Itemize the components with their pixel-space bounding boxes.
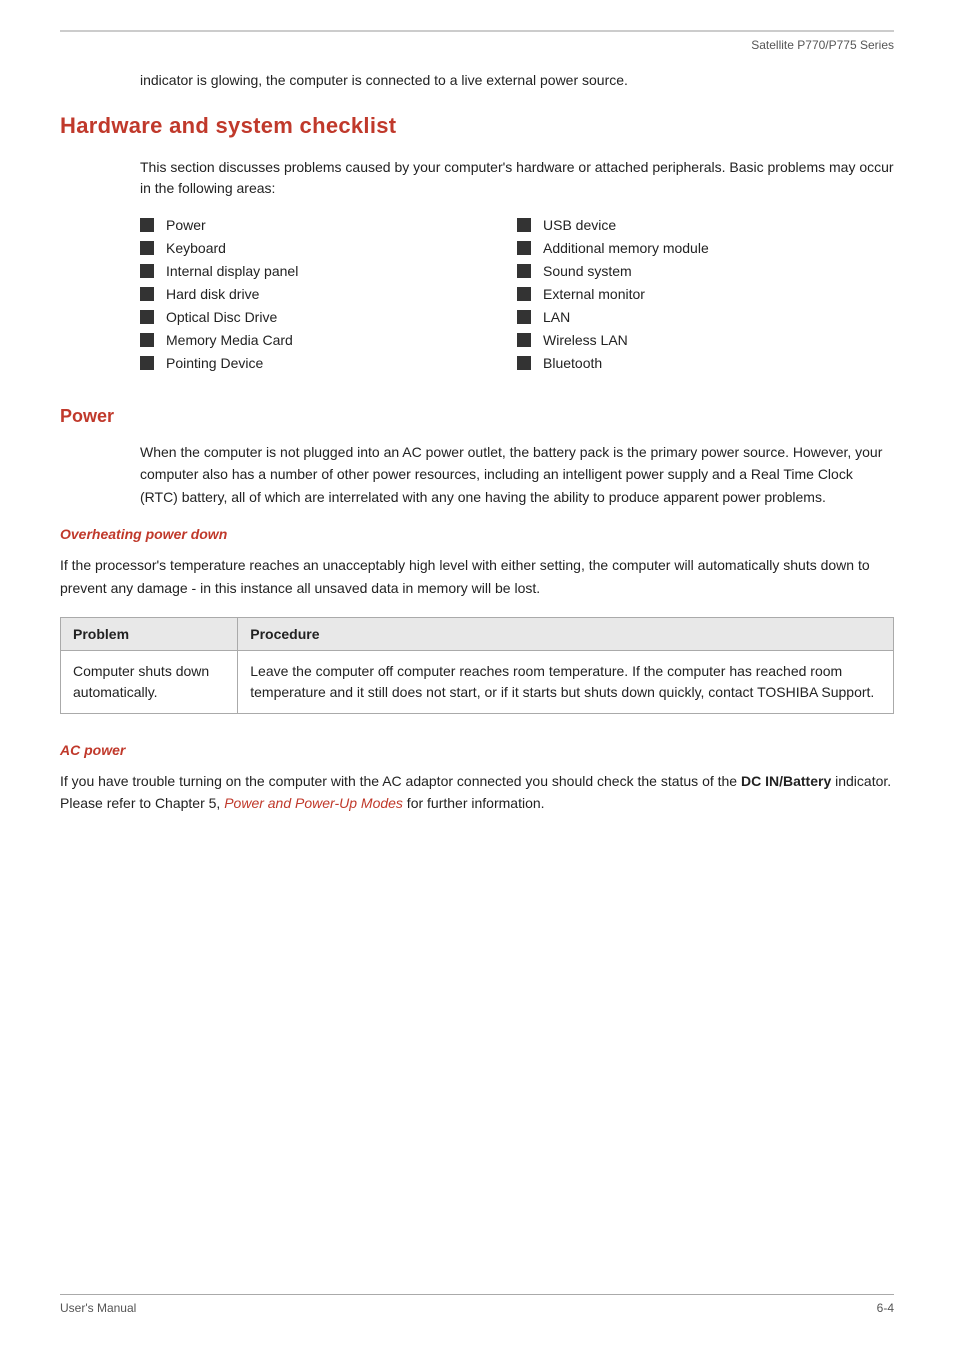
list-item: Wireless LAN — [517, 332, 894, 348]
bullet-icon — [140, 310, 154, 324]
item-label: Bluetooth — [543, 355, 602, 371]
checklist-columns: Power Keyboard Internal display panel Ha… — [140, 217, 894, 378]
item-label: Memory Media Card — [166, 332, 293, 348]
bullet-icon — [517, 310, 531, 324]
item-label: Wireless LAN — [543, 332, 628, 348]
ac-power-title: AC power — [60, 742, 894, 758]
ac-power-text-before: If you have trouble turning on the compu… — [60, 773, 741, 789]
list-item: LAN — [517, 309, 894, 325]
series-title: Satellite P770/P775 Series — [751, 38, 894, 52]
power-section: Power When the computer is not plugged i… — [60, 406, 894, 815]
page-footer: User's Manual 6-4 — [60, 1294, 894, 1315]
list-item: USB device — [517, 217, 894, 233]
bullet-icon — [517, 218, 531, 232]
power-modes-link[interactable]: Power and Power-Up Modes — [224, 795, 403, 811]
bullet-icon — [140, 356, 154, 370]
hardware-section-title: Hardware and system checklist — [60, 113, 894, 139]
bullet-icon — [517, 241, 531, 255]
bullet-icon — [140, 333, 154, 347]
footer-left: User's Manual — [60, 1301, 136, 1315]
bullet-icon — [517, 356, 531, 370]
checklist-col-2: USB device Additional memory module Soun… — [517, 217, 894, 378]
list-item: Bluetooth — [517, 355, 894, 371]
checklist-intro-text: This section discusses problems caused b… — [140, 157, 894, 199]
item-label: Optical Disc Drive — [166, 309, 277, 325]
overheating-table: Problem Procedure Computer shuts down au… — [60, 617, 894, 714]
list-item: Hard disk drive — [140, 286, 517, 302]
list-item: Optical Disc Drive — [140, 309, 517, 325]
bullet-icon — [517, 333, 531, 347]
item-label: Internal display panel — [166, 263, 298, 279]
list-item: External monitor — [517, 286, 894, 302]
table-header-procedure: Procedure — [238, 617, 894, 650]
problem-procedure-table: Problem Procedure Computer shuts down au… — [60, 617, 894, 714]
list-item: Sound system — [517, 263, 894, 279]
item-label: Additional memory module — [543, 240, 709, 256]
item-label: Keyboard — [166, 240, 226, 256]
item-label: Sound system — [543, 263, 632, 279]
list-item: Internal display panel — [140, 263, 517, 279]
page: Satellite P770/P775 Series indicator is … — [0, 0, 954, 1345]
footer-right: 6-4 — [877, 1301, 894, 1315]
table-cell-procedure: Leave the computer off computer reaches … — [238, 650, 894, 713]
bullet-icon — [140, 241, 154, 255]
ac-power-text-after: for further information. — [403, 795, 545, 811]
ac-power-subsection: AC power If you have trouble turning on … — [60, 742, 894, 815]
item-label: Pointing Device — [166, 355, 263, 371]
overheating-body: If the processor's temperature reaches a… — [60, 554, 894, 599]
power-section-body: When the computer is not plugged into an… — [140, 441, 894, 508]
ac-power-body: If you have trouble turning on the compu… — [60, 770, 894, 815]
bullet-icon — [517, 264, 531, 278]
intro-paragraph: indicator is glowing, the computer is co… — [140, 70, 894, 91]
power-section-title: Power — [60, 406, 894, 427]
bullet-icon — [140, 264, 154, 278]
list-item: Power — [140, 217, 517, 233]
table-header-problem: Problem — [61, 617, 238, 650]
item-label: LAN — [543, 309, 570, 325]
item-label: Power — [166, 217, 206, 233]
list-item: Keyboard — [140, 240, 517, 256]
item-label: Hard disk drive — [166, 286, 259, 302]
list-item: Pointing Device — [140, 355, 517, 371]
dc-in-battery-label: DC IN/Battery — [741, 773, 831, 789]
list-item: Memory Media Card — [140, 332, 517, 348]
list-item: Additional memory module — [517, 240, 894, 256]
overheating-subsection: Overheating power down If the processor'… — [60, 526, 894, 714]
item-label: External monitor — [543, 286, 645, 302]
page-header: Satellite P770/P775 Series — [60, 30, 894, 52]
bullet-icon — [140, 287, 154, 301]
bullet-icon — [140, 218, 154, 232]
checklist-col-1: Power Keyboard Internal display panel Ha… — [140, 217, 517, 378]
table-cell-problem: Computer shuts down automatically. — [61, 650, 238, 713]
bullet-icon — [517, 287, 531, 301]
overheating-title: Overheating power down — [60, 526, 894, 542]
table-row: Computer shuts down automatically. Leave… — [61, 650, 894, 713]
item-label: USB device — [543, 217, 616, 233]
